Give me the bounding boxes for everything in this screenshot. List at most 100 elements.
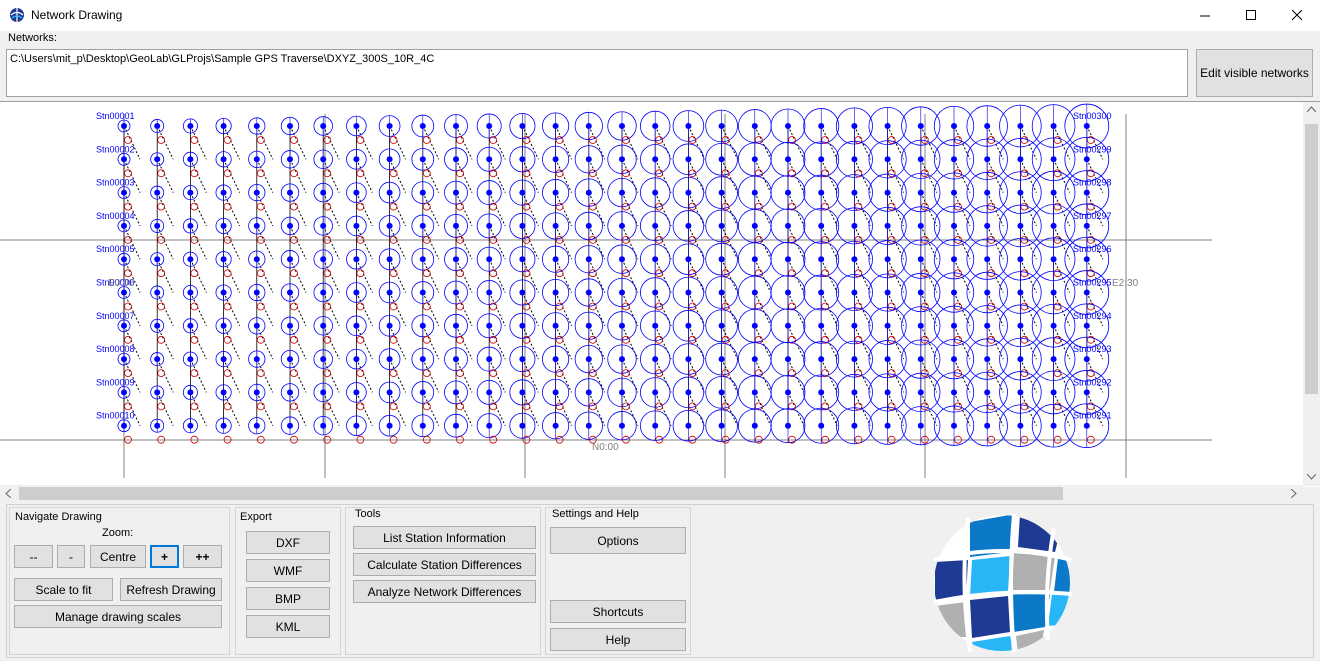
network-link <box>721 125 739 160</box>
station-point <box>253 322 260 329</box>
refresh-drawing-button[interactable]: Refresh Drawing <box>120 578 222 601</box>
network-link <box>986 358 1004 393</box>
network-link <box>588 125 606 160</box>
network-link <box>687 392 705 426</box>
zoom-out-button[interactable]: - <box>57 545 85 568</box>
station-point <box>320 289 327 296</box>
station-point <box>353 289 360 296</box>
vertical-scrollbar[interactable] <box>1303 102 1320 486</box>
station-point <box>884 156 891 163</box>
zoom-in-button[interactable]: + <box>150 545 179 568</box>
station-point <box>1050 389 1057 396</box>
station-point <box>818 189 825 196</box>
network-link <box>986 325 1004 360</box>
station-point <box>486 256 493 263</box>
export-kml-button[interactable]: KML <box>246 615 330 638</box>
manage-drawing-scales-button[interactable]: Manage drawing scales <box>14 605 222 628</box>
help-button[interactable]: Help <box>550 628 686 651</box>
station-point <box>287 156 293 163</box>
networks-path-field[interactable]: C:\Users\mit_p\Desktop\GeoLab\GLProjs\Sa… <box>6 49 1188 97</box>
network-link <box>389 325 407 360</box>
relative-error-ellipse <box>157 269 166 278</box>
station-point <box>419 322 426 329</box>
network-link <box>389 392 407 426</box>
network-link <box>920 258 938 293</box>
station-point <box>619 289 625 296</box>
export-bmp-button[interactable]: BMP <box>246 587 330 610</box>
zoom-out-more-button[interactable]: -- <box>14 545 53 568</box>
horizontal-scroll-thumb[interactable] <box>19 487 1063 500</box>
network-link <box>256 358 274 393</box>
relative-error-ellipse <box>754 302 763 311</box>
export-wmf-button[interactable]: WMF <box>246 559 330 582</box>
station-point <box>220 123 227 129</box>
station-point <box>154 156 161 163</box>
station-point <box>718 156 725 163</box>
network-drawing-canvas[interactable]: Stn00001 Stn00002 Stn00003 Stn00004 Stn00005… <box>0 101 1320 487</box>
relative-error-ellipse <box>157 202 166 211</box>
station-point <box>619 189 625 196</box>
shortcuts-button[interactable]: Shortcuts <box>550 600 686 623</box>
scroll-right-arrow-icon[interactable] <box>1291 489 1297 498</box>
station-point <box>652 389 659 396</box>
centre-button[interactable]: Centre <box>90 545 146 568</box>
analyze-network-differences-button[interactable]: Analyze Network Differences <box>353 580 536 603</box>
edit-visible-networks-button[interactable]: Edit visible networks <box>1196 49 1313 97</box>
relative-error-ellipse <box>389 202 398 211</box>
network-link <box>555 225 573 260</box>
calculate-station-differences-button[interactable]: Calculate Station Differences <box>353 553 536 576</box>
station-point <box>652 422 659 429</box>
station-point <box>154 189 161 196</box>
station-point <box>652 322 659 329</box>
network-link <box>422 325 440 360</box>
relative-error-ellipse <box>721 402 730 411</box>
relative-error-ellipse <box>422 169 431 178</box>
station-point <box>851 389 858 396</box>
network-link <box>223 159 241 193</box>
station-point <box>1083 322 1090 329</box>
relative-error-ellipse <box>389 335 398 344</box>
station-point <box>1083 222 1090 229</box>
station-point <box>552 422 559 429</box>
scroll-up-arrow-icon[interactable] <box>1307 106 1316 112</box>
relative-error-ellipse <box>389 402 398 411</box>
relative-error-ellipse <box>256 302 265 311</box>
horizontal-scrollbar[interactable] <box>0 485 1303 502</box>
station-label: Stn00008 <box>96 344 135 354</box>
station-point <box>353 189 360 196</box>
network-link <box>555 125 573 160</box>
vertical-scroll-thumb[interactable] <box>1305 124 1318 394</box>
station-point <box>353 322 360 329</box>
network-link <box>389 192 407 227</box>
network-link <box>156 292 174 327</box>
station-label: Stn00005 <box>96 244 135 254</box>
relative-error-ellipse <box>555 335 564 344</box>
network-link <box>389 292 407 327</box>
scale-to-fit-button[interactable]: Scale to fit <box>14 578 113 601</box>
relative-error-ellipse <box>555 402 564 411</box>
scroll-down-arrow-icon[interactable] <box>1307 474 1316 480</box>
export-dxf-button[interactable]: DXF <box>246 531 330 554</box>
relative-error-ellipse <box>389 269 398 278</box>
relative-error-ellipse <box>256 402 265 411</box>
station-point <box>751 356 758 363</box>
station-point <box>1083 123 1090 129</box>
scroll-left-arrow-icon[interactable] <box>5 489 11 498</box>
relative-error-ellipse <box>356 169 365 178</box>
station-point <box>486 289 493 296</box>
network-link <box>156 125 174 160</box>
relative-error-ellipse <box>721 136 730 144</box>
network-link <box>289 125 307 160</box>
station-point <box>154 123 161 129</box>
network-link <box>555 292 573 327</box>
relative-error-ellipse <box>190 369 199 378</box>
minimize-button[interactable] <box>1182 0 1228 31</box>
zoom-in-more-button[interactable]: ++ <box>183 545 222 568</box>
list-station-information-button[interactable]: List Station Information <box>353 526 536 549</box>
station-point <box>220 156 227 163</box>
options-button[interactable]: Options <box>550 527 686 554</box>
station-point <box>619 422 625 429</box>
close-button[interactable] <box>1274 0 1320 31</box>
maximize-button[interactable] <box>1228 0 1274 31</box>
network-link <box>123 225 141 260</box>
